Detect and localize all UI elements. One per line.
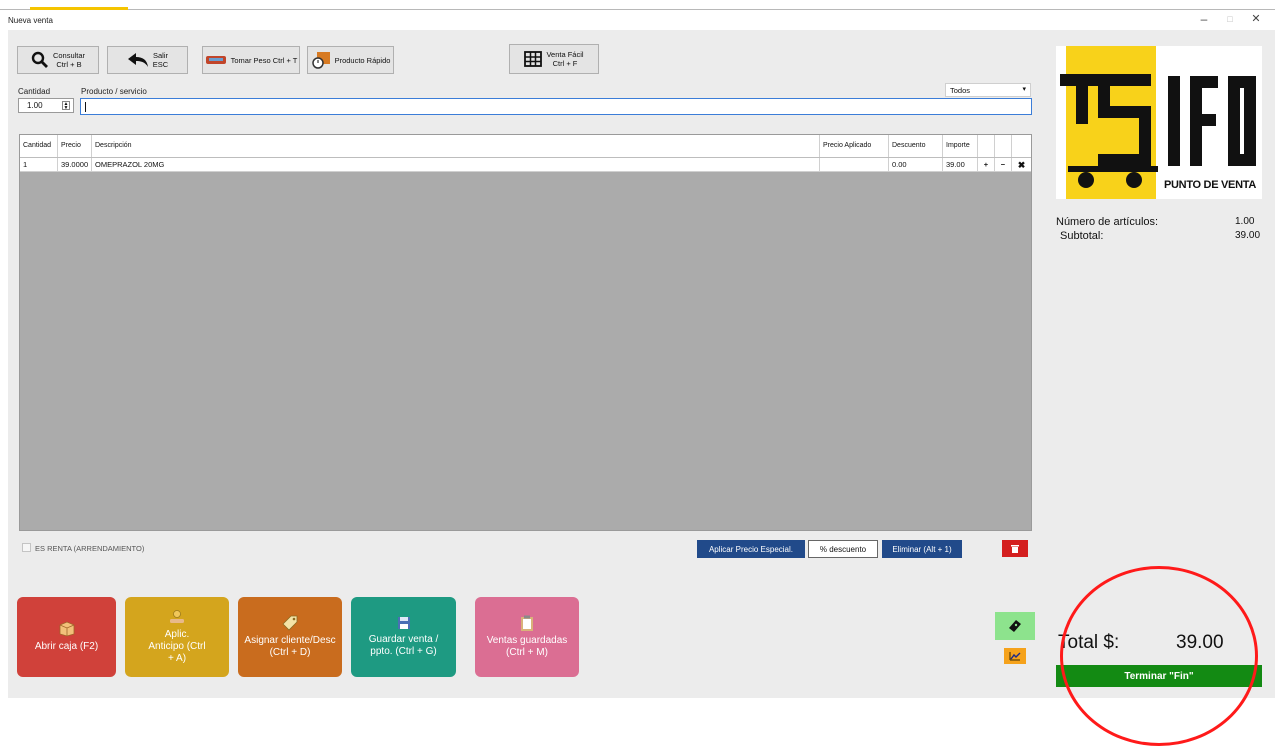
col-descripcion[interactable]: Descripción [92, 135, 820, 157]
delete-all-button[interactable] [1002, 540, 1028, 557]
chart-line-icon [1009, 652, 1021, 661]
ventas-guardadas-label: Ventas guardadas (Ctrl + M) [486, 635, 568, 658]
venta-facil-button[interactable]: Venta Fácil Ctrl + F [509, 44, 599, 74]
scale-icon [205, 56, 226, 64]
col-precio[interactable]: Precio [58, 135, 92, 157]
title-bar: Nueva venta – □ ✕ [0, 10, 1275, 30]
tomar-peso-button[interactable]: Tomar Peso Ctrl + T [202, 46, 300, 74]
highlight-circle [1060, 566, 1258, 746]
quick-product-icon [311, 52, 330, 69]
logo-tagline: PUNTO DE VENTA [1164, 179, 1256, 191]
es-renta-checkbox[interactable] [22, 543, 31, 552]
venta-facil-label: Venta Fácil Ctrl + F [546, 50, 584, 68]
producto-rapido-button[interactable]: Producto Rápido [307, 46, 394, 74]
box-icon [59, 621, 74, 637]
aplic-anticipo-button[interactable]: Aplic. Anticipo (Ctrl + A) [125, 597, 229, 677]
abrir-caja-label: Abrir caja (F2) [34, 641, 99, 652]
es-renta-label: ES RENTA (ARRENDAMIENTO) [35, 544, 145, 553]
asignar-cliente-button[interactable]: Asignar cliente/Desc (Ctrl + D) [238, 597, 342, 677]
aplicar-precio-especial-button[interactable]: Aplicar Precio Especial. [697, 540, 805, 558]
search-icon [31, 51, 48, 68]
window-title: Nueva venta [8, 16, 53, 25]
salir-button[interactable]: Salir ESC [107, 46, 188, 74]
ticket-icon [1009, 620, 1021, 632]
col-importe[interactable]: Importe [943, 135, 978, 157]
chevron-down-icon: ▾ [1022, 86, 1026, 93]
num-articulos-label: Número de artículos: [1056, 216, 1159, 228]
close-button[interactable]: ✕ [1246, 12, 1266, 25]
eliminar-button[interactable]: Eliminar (Alt + 1) [882, 540, 962, 558]
maximize-button[interactable]: □ [1220, 14, 1240, 24]
col-precio-aplicado[interactable]: Precio Aplicado [820, 135, 889, 157]
cantidad-value: 1.00 [27, 101, 43, 110]
consultar-button[interactable]: Consultar Ctrl + B [17, 46, 99, 74]
pos-window: Nueva venta – □ ✕ Consultar Ctrl + B Sal… [0, 0, 1275, 746]
table-row[interactable]: 1 39.0000 OMEPRAZOL 20MG 0.00 39.00 + − … [20, 158, 1031, 172]
guardar-venta-button[interactable]: Guardar venta / ppto. (Ctrl + G) [351, 597, 456, 677]
cart-logo-icon [1060, 46, 1256, 199]
back-arrow-icon [127, 53, 148, 67]
subtotal-label: Subtotal: [1060, 230, 1104, 242]
filter-value: Todos [950, 86, 971, 95]
col-minus [995, 135, 1012, 157]
guardar-venta-label: Guardar venta / ppto. (Ctrl + G) [368, 634, 439, 657]
cell-precio[interactable]: 39.0000 [58, 158, 92, 171]
ventas-guardadas-button[interactable]: Ventas guardadas (Ctrl + M) [475, 597, 579, 677]
minus-icon[interactable]: − [995, 158, 1012, 171]
minimize-button[interactable]: – [1194, 12, 1214, 26]
cell-descuento[interactable]: 0.00 [889, 158, 943, 171]
aplic-anticipo-label: Aplic. Anticipo (Ctrl + A) [148, 629, 206, 664]
remove-icon[interactable]: ✖ [1012, 158, 1031, 171]
tag-icon [282, 615, 298, 631]
descuento-button[interactable]: % descuento [808, 540, 878, 558]
cell-precio-aplicado[interactable] [820, 158, 889, 171]
plus-icon[interactable]: + [978, 158, 995, 171]
subtotal-value: 39.00 [1235, 230, 1261, 241]
clipboard-icon [521, 615, 533, 631]
producto-label: Producto / servicio [81, 87, 147, 96]
trash-icon [1011, 545, 1019, 553]
save-disk-icon [397, 617, 410, 629]
cantidad-label: Cantidad [18, 87, 51, 96]
producto-input[interactable] [80, 98, 1032, 115]
sale-items-grid: Cantidad Precio Descripción Precio Aplic… [19, 134, 1032, 531]
brand-logo: PUNTO DE VENTA [1056, 46, 1262, 199]
asignar-cliente-label: Asignar cliente/Desc (Ctrl + D) [244, 635, 336, 658]
cantidad-stepper[interactable]: 1.00 ▲ ▼ [18, 98, 74, 113]
reports-button[interactable] [1004, 648, 1026, 664]
col-descuento[interactable]: Descuento [889, 135, 943, 157]
num-articulos-value: 1.00 [1235, 216, 1255, 227]
producto-rapido-label: Producto Rápido [334, 55, 391, 65]
cell-cantidad[interactable]: 1 [20, 158, 58, 171]
salir-label: Salir ESC [152, 51, 169, 69]
col-remove [1012, 135, 1031, 157]
tomar-peso-label: Tomar Peso Ctrl + T [230, 55, 298, 65]
stepper-arrows-icon[interactable]: ▲ ▼ [62, 101, 70, 111]
ticket-button[interactable] [995, 612, 1035, 640]
text-caret [85, 102, 86, 112]
abrir-caja-button[interactable]: Abrir caja (F2) [17, 597, 116, 677]
cell-descripcion[interactable]: OMEPRAZOL 20MG [92, 158, 820, 171]
col-cantidad[interactable]: Cantidad [20, 135, 58, 157]
grid-header: Cantidad Precio Descripción Precio Aplic… [20, 135, 1031, 158]
coins-hand-icon [170, 610, 184, 623]
col-plus [978, 135, 995, 157]
grid-icon [524, 51, 543, 67]
filter-select[interactable]: Todos ▾ [945, 83, 1031, 97]
consultar-label: Consultar Ctrl + B [52, 51, 86, 69]
cell-importe[interactable]: 39.00 [943, 158, 978, 171]
